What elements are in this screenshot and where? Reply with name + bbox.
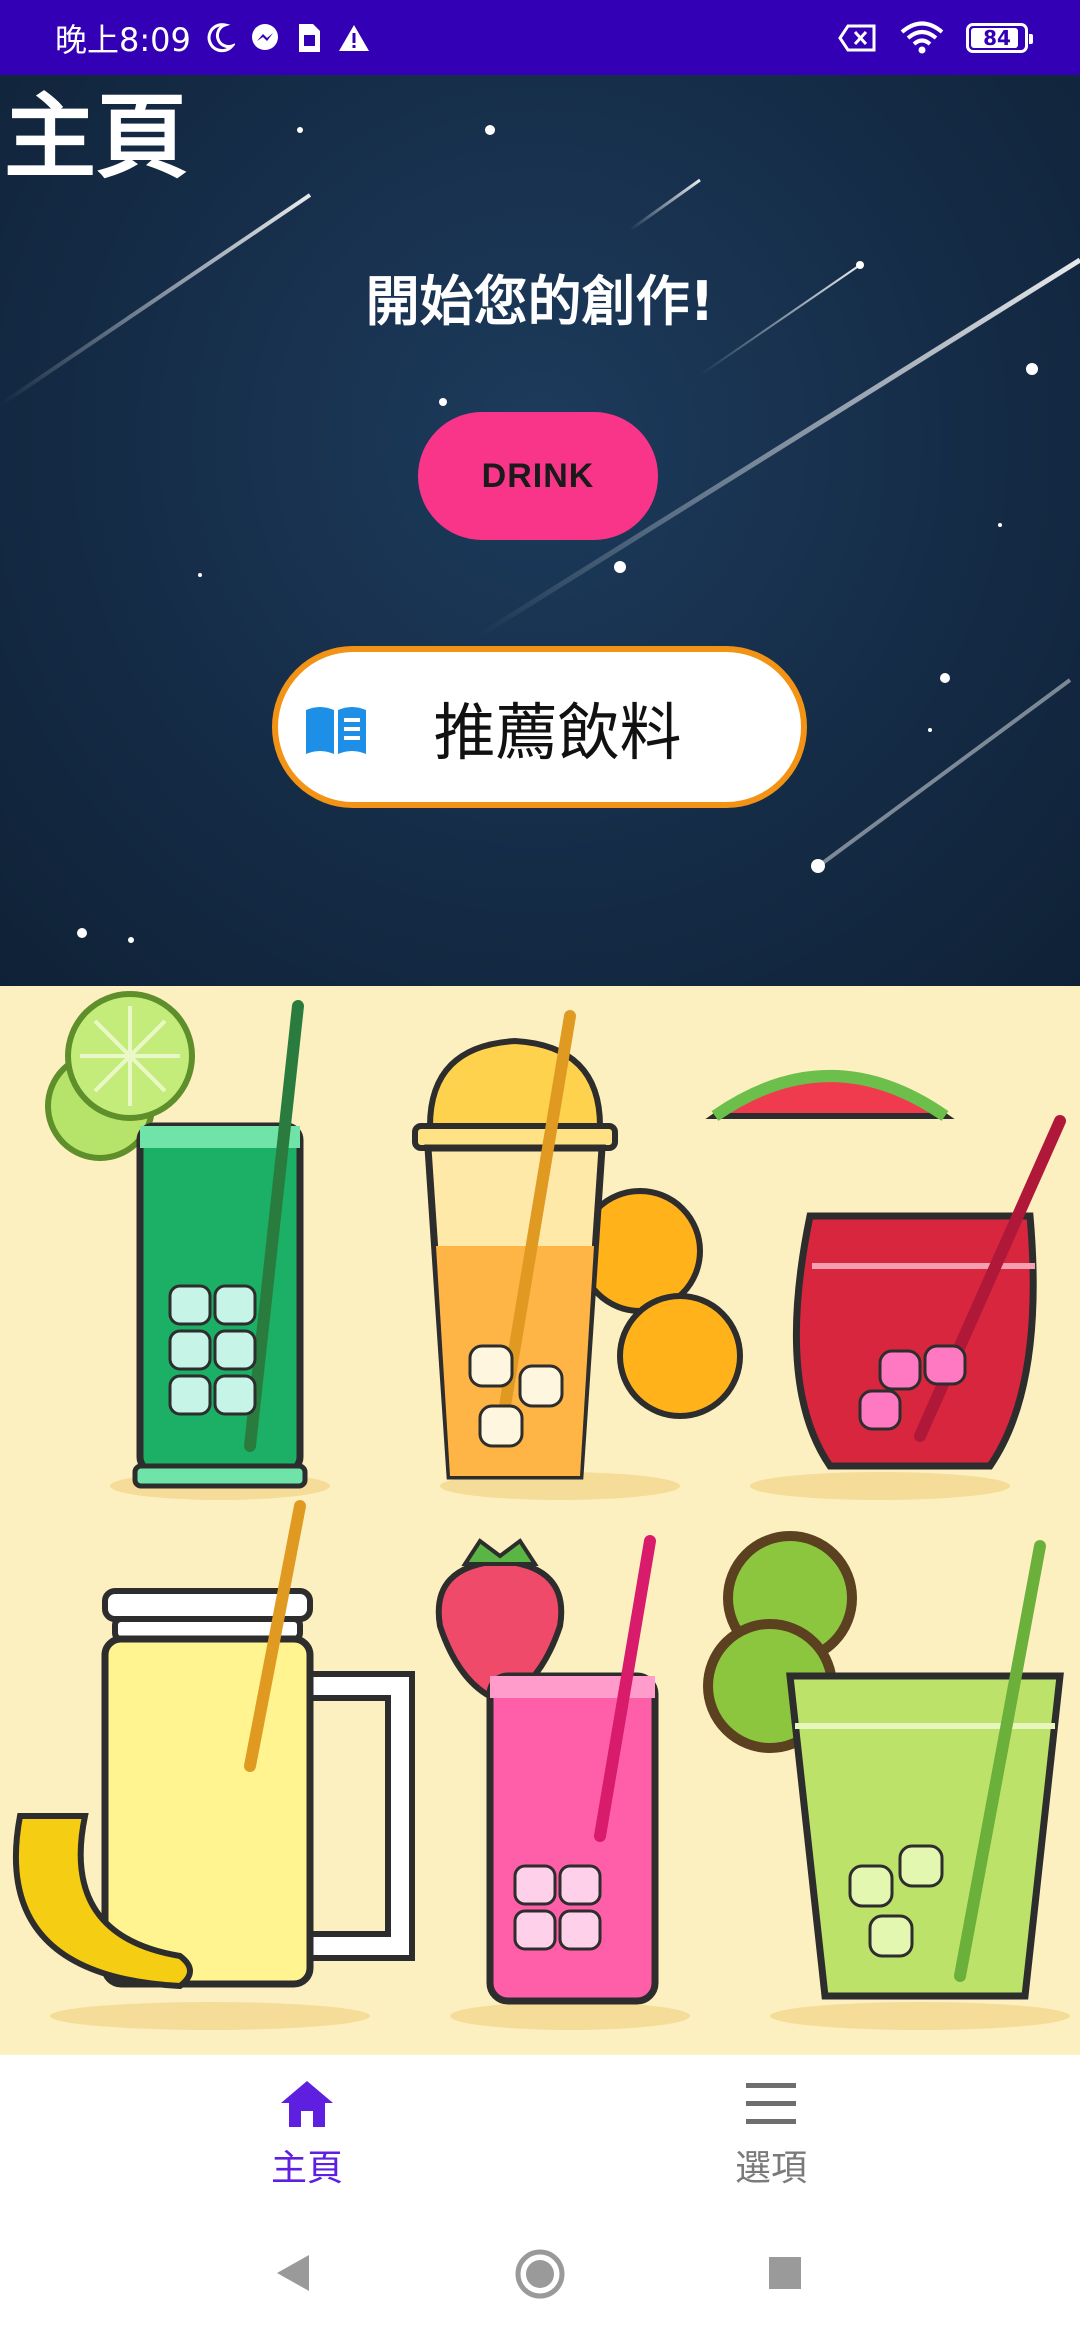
home-circle-icon[interactable] bbox=[514, 2248, 566, 2304]
drinks-image bbox=[13, 991, 1070, 2030]
header-banner: 主頁 開始您的創作! DRINK 推薦飲料 bbox=[0, 75, 1080, 986]
moon-icon bbox=[205, 22, 235, 54]
sim-icon bbox=[295, 22, 323, 54]
tagline-text: 開始您的創作! bbox=[365, 270, 715, 333]
home-icon bbox=[277, 2077, 337, 2135]
menu-icon bbox=[743, 2077, 799, 2135]
watermelon-drink bbox=[705, 1070, 1066, 1470]
drinks-illustration bbox=[0, 986, 1080, 2055]
recommend-drinks-label: 推薦飲料 bbox=[433, 696, 682, 769]
battery-level: 84 bbox=[983, 25, 1011, 50]
messenger-icon bbox=[249, 22, 281, 54]
kiwi-drink bbox=[703, 1531, 1064, 2000]
nav-item-options[interactable]: 選項 bbox=[671, 2077, 871, 2197]
wifi-icon bbox=[900, 21, 944, 55]
page-title: 主頁 bbox=[4, 84, 189, 191]
back-icon[interactable] bbox=[275, 2253, 311, 2297]
lime-drink bbox=[45, 991, 308, 1489]
no-sim-icon bbox=[838, 23, 878, 53]
banana-drink bbox=[13, 1500, 415, 1990]
status-time: 晚上8:09 bbox=[55, 20, 191, 59]
recommend-drinks-button[interactable]: 推薦飲料 bbox=[272, 646, 807, 808]
bottom-navigation: 主頁 選項 bbox=[0, 2055, 1080, 2205]
nav-item-options-label: 選項 bbox=[734, 2148, 807, 2189]
battery-icon: 84 bbox=[966, 22, 1033, 53]
status-bar: 晚上8:09 84 bbox=[0, 0, 1080, 75]
recents-icon[interactable] bbox=[767, 2255, 803, 2295]
nav-item-home[interactable]: 主頁 bbox=[207, 2077, 407, 2197]
screen: 晚上8:09 84 主頁 開始您的創作! DRINK 推薦飲料 主頁 選項 bbox=[0, 0, 1080, 2340]
warning-icon bbox=[337, 23, 371, 53]
nav-item-home-label: 主頁 bbox=[270, 2148, 343, 2189]
drink-button[interactable]: DRINK bbox=[418, 412, 658, 540]
orange-drink bbox=[412, 1010, 743, 1480]
strawberry-drink bbox=[435, 1535, 659, 2005]
system-navigation-bar bbox=[0, 2205, 1080, 2340]
